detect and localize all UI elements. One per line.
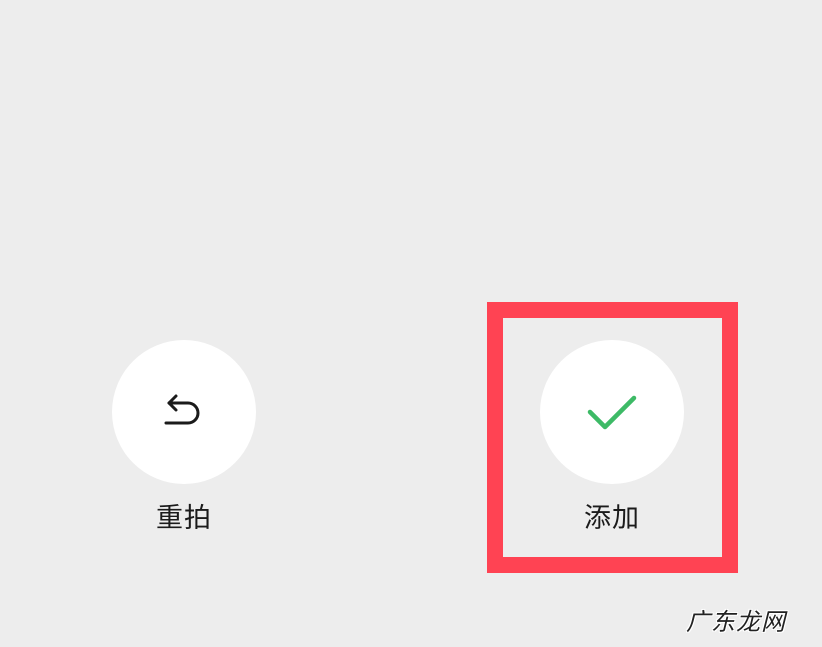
checkmark-icon: [587, 395, 637, 430]
add-button[interactable]: [540, 340, 684, 484]
add-label: 添加: [584, 503, 640, 534]
retake-button[interactable]: [112, 340, 256, 484]
undo-arrow-icon: [164, 394, 200, 425]
retake-label: 重拍: [156, 503, 212, 534]
watermark-logo: 广东龙网: [686, 608, 786, 636]
